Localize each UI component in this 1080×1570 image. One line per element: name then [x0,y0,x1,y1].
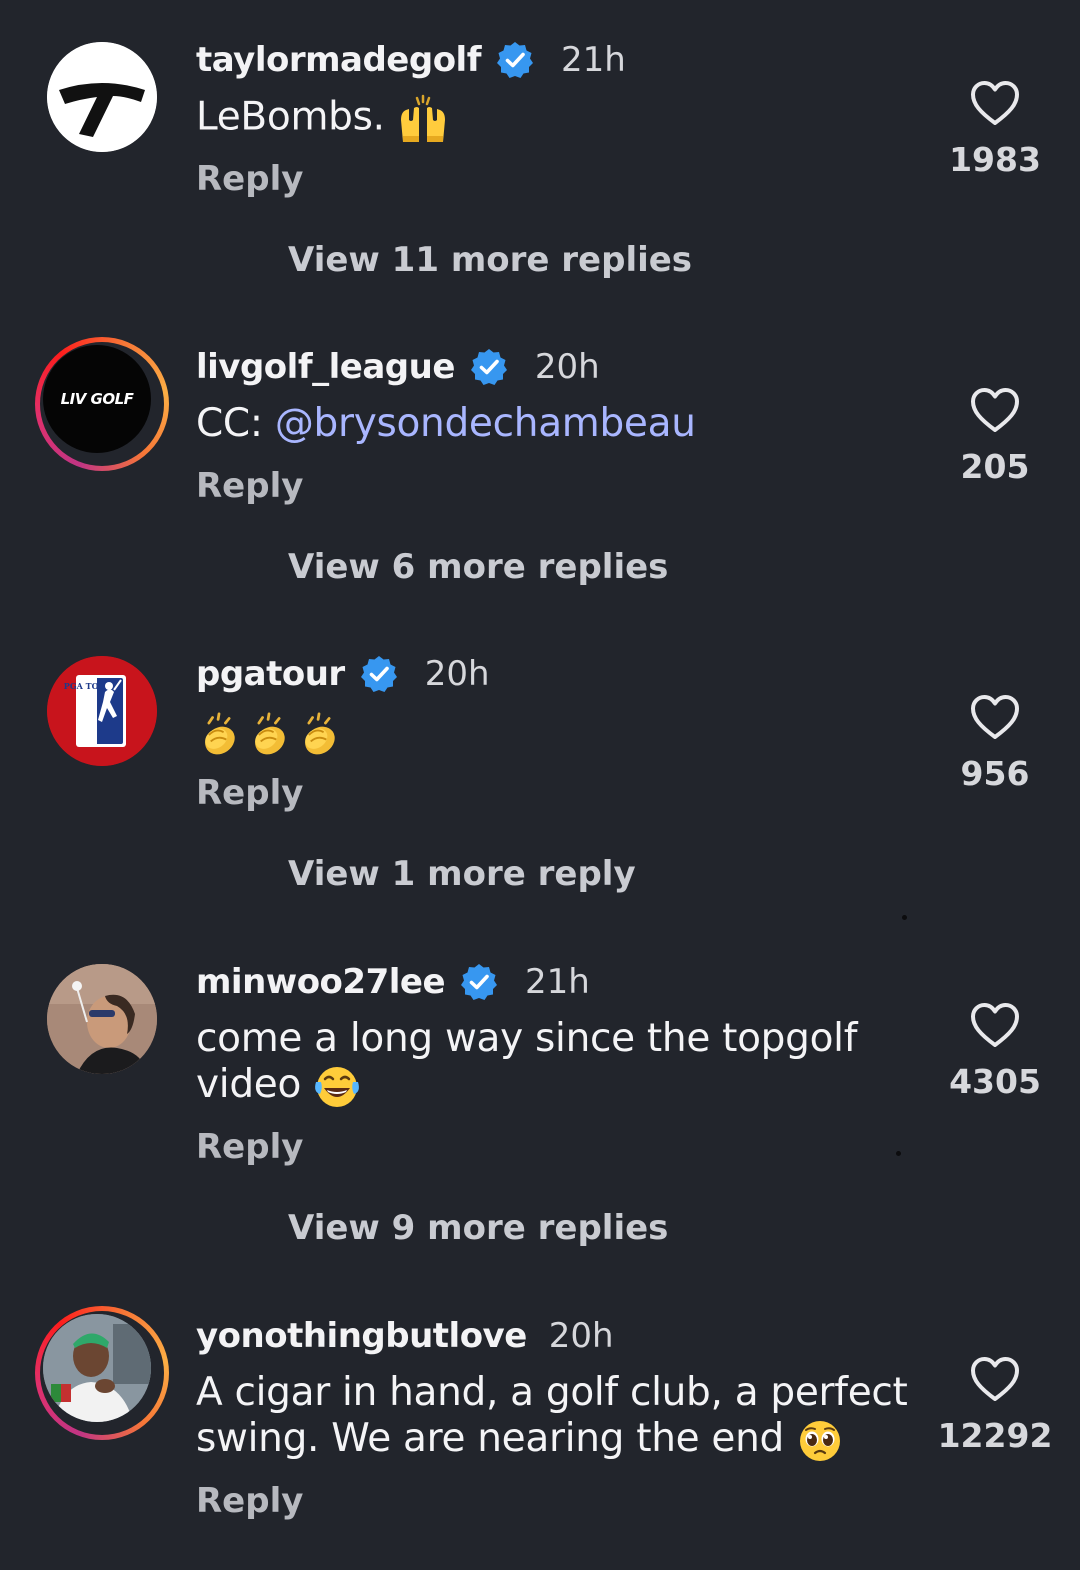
comment-body: CC: [196,401,275,446]
clapping-hands-icon [196,712,242,758]
user-photo-icon [47,964,157,1074]
username[interactable]: minwoo27lee [196,962,446,1002]
like-count: 12292 [937,1416,1053,1455]
comment-text: CC: @brysondechambeau [196,401,926,447]
timestamp: 20h [534,347,600,387]
avatar-logo-text: LIV GOLF [61,390,135,408]
verified-badge-icon [469,347,509,387]
comment-header: taylormadegolf 21h [196,34,626,86]
heart-icon[interactable] [970,387,1020,433]
pleading-face-icon [800,1420,841,1461]
comment-body: A cigar in hand, a golf club, a perfect [196,1370,908,1415]
heart-icon[interactable] [970,80,1020,126]
reply-button[interactable]: Reply [196,159,303,199]
view-more-replies-button[interactable]: View 6 more replies [288,547,668,587]
clapping-hands-icon [246,712,292,758]
comment-text: come a long way since the topgolf video [196,1016,926,1110]
timestamp: 21h [561,40,626,80]
like-group: 956 [935,694,1055,793]
view-more-replies-button[interactable]: View 11 more replies [288,240,692,280]
avatar[interactable] [47,42,157,152]
taylormade-logo-icon [47,42,157,152]
like-group: 12292 [935,1356,1055,1455]
user-photo-icon [43,1314,151,1422]
username[interactable]: taylormadegolf [196,40,482,80]
comment-body: video [196,1062,302,1107]
timestamp: 20h [548,1316,614,1356]
like-group: 205 [935,387,1055,486]
comment-header: livgolf_league 20h [196,341,600,393]
comment-body: come a long way since the topgolf [196,1016,858,1061]
avatar[interactable]: PGA TOUR [47,656,157,766]
like-group: 1983 [935,80,1055,179]
artifact-dot [902,915,907,920]
username[interactable]: livgolf_league [196,347,455,387]
reply-button[interactable]: Reply [196,1481,303,1521]
comment-text [196,710,926,758]
reply-button[interactable]: Reply [196,1127,303,1167]
avatar[interactable] [47,964,157,1074]
like-count: 956 [960,754,1030,793]
comment-body-line2: video [196,1062,926,1110]
pga-tour-logo-icon: PGA TOUR [47,656,157,766]
comment-body: LeBombs. [196,94,385,140]
mention-link[interactable]: @brysondechambeau [275,401,696,446]
face-with-tears-of-joy-icon [315,1066,360,1107]
story-ring[interactable]: LIV GOLF [35,337,169,471]
heart-icon[interactable] [970,694,1020,740]
view-more-replies-button[interactable]: View 9 more replies [288,1208,668,1248]
liv-golf-logo-icon: LIV GOLF [61,390,136,408]
clapping-hands-icon [296,712,342,758]
story-ring[interactable] [35,1306,169,1440]
comment-text: LeBombs. [196,94,926,144]
artifact-dot [896,1151,901,1156]
timestamp: 21h [525,962,590,1002]
timestamp: 20h [424,654,490,694]
comment-body-line2: swing. We are nearing the end [196,1416,926,1464]
reply-button[interactable]: Reply [196,466,303,506]
username[interactable]: yonothingbutlove [196,1316,527,1356]
avatar: LIV GOLF [43,345,151,453]
verified-badge-icon [495,40,535,80]
raising-hands-icon [400,94,445,142]
comment-text: A cigar in hand, a golf club, a perfect … [196,1370,926,1464]
comment-header: yonothingbutlove 20h [196,1310,614,1362]
reply-button[interactable]: Reply [196,773,303,813]
comment-header: pgatour 20h [196,648,490,700]
like-count: 205 [960,447,1030,486]
like-group: 4305 [935,1002,1055,1101]
like-count: 4305 [949,1062,1041,1101]
heart-icon[interactable] [970,1356,1020,1402]
comment-body: swing. We are nearing the end [196,1416,784,1461]
like-count: 1983 [949,140,1041,179]
avatar [43,1314,151,1422]
heart-icon[interactable] [970,1002,1020,1048]
view-more-replies-button[interactable]: View 1 more reply [288,854,636,894]
verified-badge-icon [459,962,499,1002]
comment-header: minwoo27lee 21h [196,956,590,1008]
username[interactable]: pgatour [196,654,345,694]
verified-badge-icon [359,654,399,694]
